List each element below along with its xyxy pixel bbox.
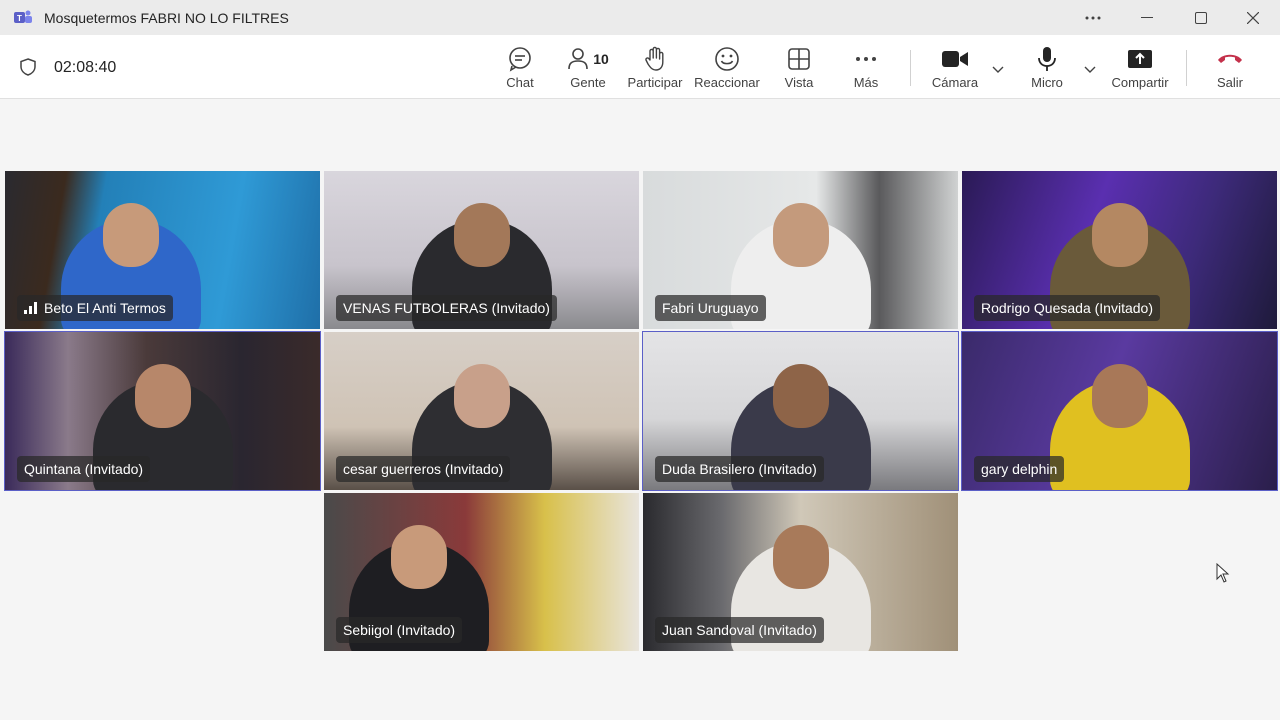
share-button[interactable]: Compartir: [1110, 45, 1170, 90]
participant-tile[interactable]: Duda Brasilero (Invitado): [642, 331, 959, 491]
participant-name-tag: gary delphin: [974, 456, 1065, 482]
participant-tile[interactable]: Beto El Anti Termos: [5, 171, 320, 329]
participant-name-tag: Duda Brasilero (Invitado): [655, 456, 824, 482]
participant-name-tag: VENAS FUTBOLERAS (Invitado): [336, 295, 557, 321]
raise-hand-button[interactable]: Participar: [627, 45, 683, 90]
close-icon: [1247, 11, 1259, 24]
participant-video-face: [1091, 364, 1148, 428]
participant-video-face: [1091, 203, 1148, 267]
share-label: Compartir: [1111, 75, 1169, 90]
microphone-icon: [1038, 47, 1056, 71]
participant-name: Rodrigo Quesada (Invitado): [981, 300, 1153, 316]
participant-name: Quintana (Invitado): [24, 461, 144, 477]
hang-up-icon: [1218, 54, 1242, 63]
signal-strength-icon: [24, 302, 37, 314]
chat-icon: [509, 47, 531, 72]
camera-options-chevron-down-icon[interactable]: [991, 62, 1005, 76]
participant-name-tag: Juan Sandoval (Invitado): [655, 617, 824, 643]
participant-name-tag: Rodrigo Quesada (Invitado): [974, 295, 1160, 321]
participant-name: gary delphin: [981, 461, 1058, 477]
leave-button[interactable]: Salir: [1214, 45, 1246, 90]
raise-hand-icon: [645, 46, 664, 71]
participant-tile[interactable]: Sebiigol (Invitado): [324, 493, 639, 651]
camera-label: Cámara: [931, 75, 979, 90]
participant-name-tag: Sebiigol (Invitado): [336, 617, 463, 643]
close-button[interactable]: [1230, 0, 1276, 35]
maximize-icon: [1195, 11, 1207, 24]
camera-button[interactable]: Cámara: [931, 45, 979, 90]
meeting-timer: 02:08:40: [54, 59, 117, 76]
camera-icon: [942, 51, 968, 67]
people-button[interactable]: 10 Gente: [566, 45, 610, 90]
maximize-button[interactable]: [1178, 0, 1224, 35]
participant-tile[interactable]: cesar guerreros (Invitado): [324, 332, 639, 490]
chat-label: Chat: [506, 75, 534, 90]
toolbar-divider-2: [1186, 50, 1187, 86]
view-label: Vista: [784, 75, 814, 90]
participant-name: Duda Brasilero (Invitado): [662, 461, 817, 477]
teams-app-icon: T: [14, 10, 32, 23]
people-count: 10: [593, 51, 609, 67]
more-button[interactable]: Más: [852, 45, 880, 90]
people-icon: [568, 48, 589, 70]
more-icon: [856, 57, 876, 61]
participant-tile[interactable]: Fabri Uruguayo: [643, 171, 958, 329]
chat-button[interactable]: Chat: [505, 45, 535, 90]
toolbar-divider: [910, 50, 911, 86]
participant-name-tag: cesar guerreros (Invitado): [336, 456, 511, 482]
participant-name-tag: Quintana (Invitado): [17, 456, 151, 482]
people-label: Gente: [570, 75, 606, 90]
react-label: Reaccionar: [694, 75, 760, 90]
participant-tile[interactable]: Quintana (Invitado): [4, 331, 321, 491]
participant-name: Fabri Uruguayo: [662, 300, 759, 316]
participant-video-face: [772, 364, 829, 428]
more-label: Más: [853, 75, 879, 90]
more-dots-icon: [1085, 16, 1101, 19]
minimize-icon: [1141, 16, 1153, 18]
window-more-button[interactable]: [1070, 0, 1116, 35]
raise-hand-label: Participar: [627, 75, 683, 90]
participant-name: Beto El Anti Termos: [44, 300, 166, 316]
participant-name: VENAS FUTBOLERAS (Invitado): [343, 300, 550, 316]
window-title: Mosquetermos FABRI NO LO FILTRES: [44, 10, 289, 26]
participant-video-face: [453, 364, 510, 428]
mic-button[interactable]: Micro: [1028, 45, 1066, 90]
leave-label: Salir: [1216, 75, 1243, 90]
participant-tile[interactable]: Juan Sandoval (Invitado): [643, 493, 958, 651]
participant-name-tag: Fabri Uruguayo: [655, 295, 766, 321]
participant-name: cesar guerreros (Invitado): [343, 461, 504, 477]
participant-tile[interactable]: VENAS FUTBOLERAS (Invitado): [324, 171, 639, 329]
participant-video-face: [772, 203, 829, 267]
participant-video-face: [772, 525, 829, 589]
title-bar: T Mosquetermos FABRI NO LO FILTRES: [0, 0, 1280, 35]
share-screen-icon: [1128, 50, 1152, 68]
react-button[interactable]: Reaccionar: [694, 45, 760, 90]
participant-name: Juan Sandoval (Invitado): [662, 622, 817, 638]
participant-video-face: [103, 203, 159, 267]
mic-options-chevron-down-icon[interactable]: [1083, 62, 1097, 76]
view-button[interactable]: Vista: [783, 45, 815, 90]
svg-text:T: T: [17, 14, 22, 23]
minimize-button[interactable]: [1124, 0, 1170, 35]
grid-view-icon: [788, 48, 810, 70]
participant-tile[interactable]: gary delphin: [961, 331, 1278, 491]
mouse-cursor-icon: [1216, 563, 1230, 583]
participant-video-face: [390, 525, 447, 589]
participant-tile[interactable]: Rodrigo Quesada (Invitado): [962, 171, 1277, 329]
participant-name-tag: Beto El Anti Termos: [17, 295, 173, 321]
mic-label: Micro: [1031, 75, 1063, 90]
participant-video-face: [453, 203, 510, 267]
meeting-toolbar: 02:08:40 Chat 10 Gente Participar Reacci…: [0, 35, 1280, 99]
participant-video-face: [134, 364, 191, 428]
shield-icon[interactable]: [18, 57, 38, 77]
participant-name: Sebiigol (Invitado): [343, 622, 456, 638]
smiley-icon: [715, 47, 739, 71]
